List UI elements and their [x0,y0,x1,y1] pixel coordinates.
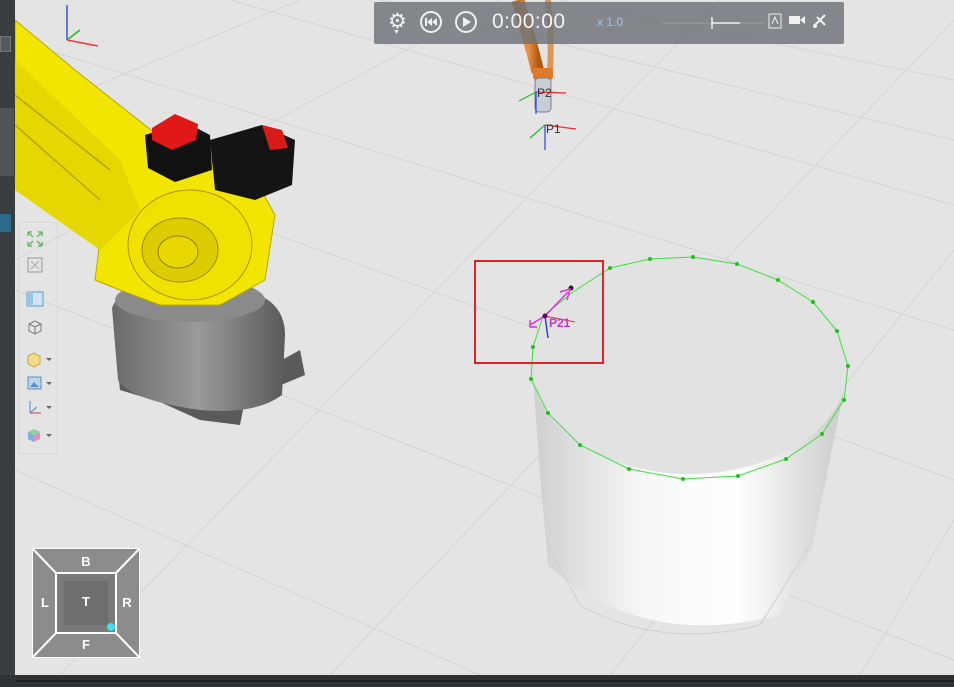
view-cube-right[interactable]: R [117,595,137,610]
view-toolbar [18,222,58,454]
image-icon[interactable] [25,373,53,393]
left-panel-edge [0,0,15,675]
fit-view-icon[interactable] [25,229,53,249]
3d-viewport[interactable]: P2 P1 P21 [0,0,954,687]
view-cube-top[interactable]: T [76,594,96,609]
pdf-icon[interactable] [768,13,782,32]
playback-toolbar: ⚙ ▼ 0:00:00 x 1.0 [374,2,844,44]
rewind-icon [425,18,437,26]
playback-speed[interactable]: x 1.0 [597,15,623,29]
status-bar [0,675,954,687]
frame-p1-label: P1 [546,122,561,136]
fullscreen-icon[interactable] [25,255,53,275]
playback-slider[interactable] [662,15,764,31]
box-shading-icon[interactable] [25,349,53,369]
view-cube-front[interactable]: F [76,637,96,652]
cube-outline-icon[interactable] [25,317,53,337]
playback-time: 0:00:00 [492,10,566,33]
scene-canvas[interactable] [0,0,954,687]
play-icon [463,17,471,27]
play-button[interactable] [455,11,477,33]
chevron-down-icon[interactable]: ▼ [393,29,400,36]
view-cube-back[interactable]: B [76,554,96,569]
view-cube[interactable]: B L T R F [31,547,141,659]
panel-tab[interactable] [0,214,11,232]
view-cube-left[interactable]: L [35,595,55,610]
layout-icon[interactable] [25,289,53,309]
panel-tab[interactable] [0,108,14,176]
world-axes-icon [66,5,99,47]
rewind-button[interactable] [420,11,442,33]
frame-p2-label: P2 [537,86,552,100]
frame-p21-label: P21 [549,316,571,330]
axes-icon[interactable] [25,397,53,417]
video-camera-icon[interactable] [788,13,806,30]
color-cube-icon[interactable] [25,425,53,445]
panel-tab[interactable] [0,36,11,52]
satellite-icon[interactable] [811,13,829,32]
